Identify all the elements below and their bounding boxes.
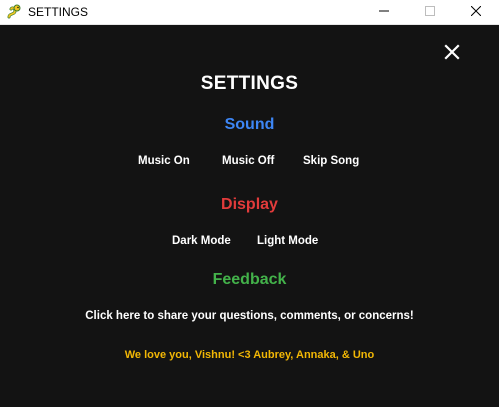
minimize-icon <box>379 3 389 21</box>
sound-heading: Sound <box>224 116 275 133</box>
page-title: SETTINGS <box>200 73 299 94</box>
feedback-heading: Feedback <box>212 271 287 288</box>
dark-mode-button[interactable]: Dark Mode <box>172 235 231 247</box>
music-on-button[interactable]: Music On <box>138 155 190 167</box>
minimize-button[interactable] <box>361 0 407 24</box>
settings-panel: SETTINGS Sound Music On Music Off Skip S… <box>0 25 499 407</box>
light-mode-button[interactable]: Light Mode <box>257 235 318 247</box>
window-title: SETTINGS <box>28 5 89 19</box>
feedback-link[interactable]: Click here to share your questions, comm… <box>0 310 499 322</box>
skip-song-button[interactable]: Skip Song <box>303 155 359 167</box>
app-snake-icon <box>6 4 22 20</box>
window-close-button[interactable] <box>453 0 499 24</box>
maximize-icon <box>425 3 435 21</box>
close-icon <box>470 3 482 21</box>
credits-text: We love you, Vishnu! <3 Aubrey, Annaka, … <box>124 349 375 361</box>
window-titlebar: SETTINGS <box>0 0 499 25</box>
display-heading: Display <box>221 196 278 213</box>
settings-close-x-icon[interactable] <box>441 41 463 63</box>
music-off-button[interactable]: Music Off <box>222 155 274 167</box>
maximize-button[interactable] <box>407 0 453 24</box>
